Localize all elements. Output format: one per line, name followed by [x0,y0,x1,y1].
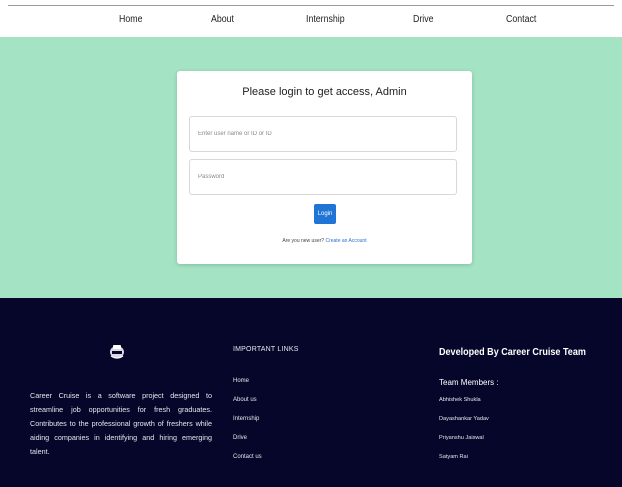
footer-link-about[interactable]: About us [233,397,257,403]
nav-about-link[interactable]: About [211,14,234,25]
footer-link-drive[interactable]: Drive [233,435,247,441]
important-links-heading: IMPORTANT LINKS [233,346,299,353]
navbar-top-divider [8,5,614,6]
footer-link-contact[interactable]: Contact us [233,454,262,460]
create-account-link[interactable]: Create an Account [325,238,366,244]
footer-link-internship[interactable]: Internship [233,416,259,422]
footer-about-text: Career Cruise is a software project desi… [30,391,212,456]
top-navbar: Home About Internship Drive Contact [0,0,622,37]
username-input[interactable] [189,116,457,152]
signup-prompt-line: Are you new user? Create an Account [177,238,472,244]
nav-contact-link[interactable]: Contact [506,14,536,25]
team-member: Priyanshu Jaiswal [439,435,484,441]
team-member: Satyam Rai [439,454,468,460]
login-button[interactable]: Login [314,204,336,224]
login-section: Please login to get access, Admin Login … [0,37,622,298]
team-member: Dayashankar Yadav [439,416,489,422]
login-title: Please login to get access, Admin [242,86,407,98]
nav-drive-link[interactable]: Drive [413,14,434,25]
password-input[interactable] [189,159,457,195]
footer-link-home[interactable]: Home [233,378,249,384]
team-members-heading: Team Members : [439,378,499,387]
signup-prompt-text: Are you new user? [282,238,325,244]
career-cruise-logo-icon [110,345,124,359]
team-member: Abhishek Shukla [439,397,481,403]
developed-by-heading: Developed By Career Cruise Team [439,346,586,358]
login-card: Please login to get access, Admin Login … [177,71,472,264]
site-footer: Career Cruise is a software project desi… [0,298,622,487]
nav-internship-link[interactable]: Internship [306,14,345,25]
nav-home-link[interactable]: Home [119,14,142,25]
